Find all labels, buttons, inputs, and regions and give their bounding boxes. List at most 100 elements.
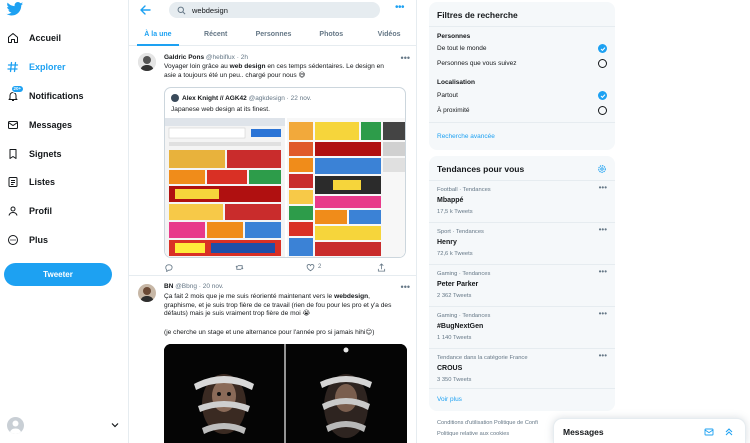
- filter-people-everyone[interactable]: De tout le monde: [437, 44, 607, 53]
- share-button[interactable]: [377, 262, 397, 272]
- tweet[interactable]: BN @Bbng · 20 nov. ••• Ça fait 2 mois qu…: [129, 276, 416, 443]
- trend-item[interactable]: Gaming · Tendances #BugNextGen 1 140 Twe…: [429, 306, 615, 348]
- trend-item[interactable]: Sport · Tendances Henry 72,6 k Tweets ••…: [429, 222, 615, 264]
- more-circle-icon: [6, 233, 20, 247]
- more-options-icon[interactable]: •••: [395, 3, 405, 13]
- radio-empty-icon: [598, 106, 607, 115]
- retweet-button[interactable]: [235, 263, 275, 272]
- home-icon: [6, 31, 20, 45]
- reply-button[interactable]: [164, 263, 204, 272]
- retweet-icon: [235, 264, 244, 270]
- trend-more-icon[interactable]: •••: [599, 184, 607, 192]
- footer-links[interactable]: Conditions d'utilisation Politique de Co…: [437, 420, 538, 426]
- trend-item[interactable]: Tendance dans la catégorie France CROUS …: [429, 348, 615, 390]
- nav-bookmarks-label: Signets: [29, 149, 62, 159]
- tweet-author-meta: @Bbng · 20 nov.: [175, 283, 224, 290]
- tweet[interactable]: Galdric Pons @hebiflux · 2h ••• Voyager …: [129, 47, 416, 276]
- search-filters-card: Filtres de recherche Personnes De tout l…: [429, 2, 615, 150]
- footer-links-cookies[interactable]: Politique relative aux cookies: [437, 431, 509, 437]
- keyword-highlight: web design: [229, 63, 266, 70]
- trend-more-icon[interactable]: •••: [599, 226, 607, 234]
- filter-location-nearby[interactable]: À proximité: [437, 106, 607, 115]
- nav-home-label: Accueil: [29, 33, 62, 43]
- search-icon: [177, 6, 186, 14]
- tweet-more-icon[interactable]: •••: [401, 54, 410, 63]
- tweet-media[interactable]: [164, 344, 407, 443]
- tweet-author-avatar[interactable]: [138, 284, 156, 302]
- twitter-logo-icon[interactable]: [6, 2, 24, 16]
- user-icon: [6, 204, 20, 218]
- like-count: 2: [318, 264, 322, 270]
- tweet-text: Ça fait 2 mois que je me suis réorienté …: [164, 293, 392, 318]
- nav-profile[interactable]: Profil: [6, 200, 52, 222]
- chevron-up-double-icon[interactable]: [724, 427, 734, 437]
- nav-more-label: Plus: [29, 235, 49, 245]
- location-filter-title: Localisation: [437, 79, 475, 86]
- tab-top[interactable]: À la une: [129, 22, 187, 46]
- list-icon: [6, 175, 20, 189]
- tweet-author-name[interactable]: Galdric Pons: [164, 54, 204, 61]
- bookmark-icon: [6, 147, 20, 161]
- left-navigation: Accueil Explorer 20+ Notifications Messa…: [0, 0, 128, 443]
- trends-title: Tendances pour vous: [437, 164, 525, 174]
- checkmark-icon: [598, 91, 607, 100]
- nav-notifications[interactable]: 20+ Notifications: [6, 85, 84, 107]
- advanced-search-link[interactable]: Recherche avancée: [437, 133, 495, 140]
- quoted-tweet[interactable]: Alex Knight // AGK42 @agkdesign · 22 nov…: [164, 87, 406, 258]
- search-filters-title: Filtres de recherche: [429, 2, 615, 27]
- nav-lists[interactable]: Listes: [6, 171, 55, 193]
- tweet-more-icon[interactable]: •••: [401, 283, 410, 292]
- tab-photos[interactable]: Photos: [302, 22, 360, 45]
- trend-more-icon[interactable]: •••: [599, 268, 607, 276]
- hash-icon: [6, 60, 20, 74]
- quoted-author-name: Alex Knight // AGK42: [182, 94, 247, 102]
- trend-more-icon[interactable]: •••: [599, 352, 607, 360]
- tweet-button[interactable]: Tweeter: [4, 263, 112, 286]
- nav-profile-label: Profil: [29, 206, 53, 216]
- right-sidebar: Filtres de recherche Personnes De tout l…: [417, 0, 750, 443]
- like-button[interactable]: 2: [306, 263, 346, 272]
- quoted-tweet-header: Alex Knight // AGK42 @agkdesign · 22 nov…: [171, 94, 311, 102]
- trends-card: Tendances pour vous Football · Tendances…: [429, 156, 615, 411]
- keyword-highlight: webdesign: [334, 293, 369, 300]
- bell-icon: 20+: [6, 85, 24, 103]
- tab-videos[interactable]: Vidéos: [360, 22, 416, 45]
- notification-badge: 20+: [11, 85, 24, 93]
- tab-people[interactable]: Personnes: [245, 22, 303, 45]
- tweet-header: Galdric Pons @hebiflux · 2h: [164, 54, 248, 61]
- new-message-icon[interactable]: [704, 427, 714, 437]
- nav-notifications-label: Notifications: [29, 91, 84, 101]
- trend-item[interactable]: Gaming · Tendances Peter Parker 2 362 Tw…: [429, 264, 615, 306]
- account-avatar[interactable]: [7, 417, 24, 434]
- checkmark-icon: [598, 44, 607, 53]
- back-arrow-icon[interactable]: [139, 4, 151, 16]
- messages-drawer-title: Messages: [563, 426, 604, 437]
- filter-people-following[interactable]: Personnes que vous suivez: [437, 59, 607, 68]
- nav-explore[interactable]: Explorer: [6, 56, 66, 78]
- search-tabs: À la une Récent Personnes Photos Vidéos: [129, 22, 416, 46]
- search-input[interactable]: webdesign: [169, 2, 380, 18]
- nav-home[interactable]: Accueil: [6, 27, 61, 49]
- search-header: webdesign •••: [129, 0, 416, 20]
- tweet-author-name[interactable]: BN: [164, 283, 173, 290]
- tweet-header: BN @Bbng · 20 nov.: [164, 283, 224, 290]
- messages-drawer[interactable]: Messages: [553, 418, 746, 443]
- nav-messages[interactable]: Messages: [6, 114, 72, 136]
- quoted-author-avatar: [171, 94, 179, 102]
- tab-latest[interactable]: Récent: [187, 22, 245, 45]
- filter-location-everywhere[interactable]: Partout: [437, 91, 607, 100]
- tweet-author-avatar[interactable]: [138, 53, 156, 71]
- artwork-image: [164, 344, 407, 443]
- envelope-icon: [6, 118, 20, 132]
- trend-more-icon[interactable]: •••: [599, 310, 607, 318]
- tweet-author-meta: @hebiflux · 2h: [205, 54, 248, 61]
- nav-more[interactable]: Plus: [6, 229, 48, 251]
- gear-icon[interactable]: [597, 164, 607, 174]
- tweet-actions: 2: [164, 262, 397, 272]
- quoted-tweet-media[interactable]: [165, 118, 405, 257]
- search-query: webdesign: [192, 5, 228, 15]
- trend-item[interactable]: Football · Tendances Mbappé 17,5 k Tweet…: [429, 180, 615, 222]
- chevron-down-icon[interactable]: [110, 420, 120, 430]
- nav-bookmarks[interactable]: Signets: [6, 143, 62, 165]
- show-more-link[interactable]: Voir plus: [437, 396, 462, 403]
